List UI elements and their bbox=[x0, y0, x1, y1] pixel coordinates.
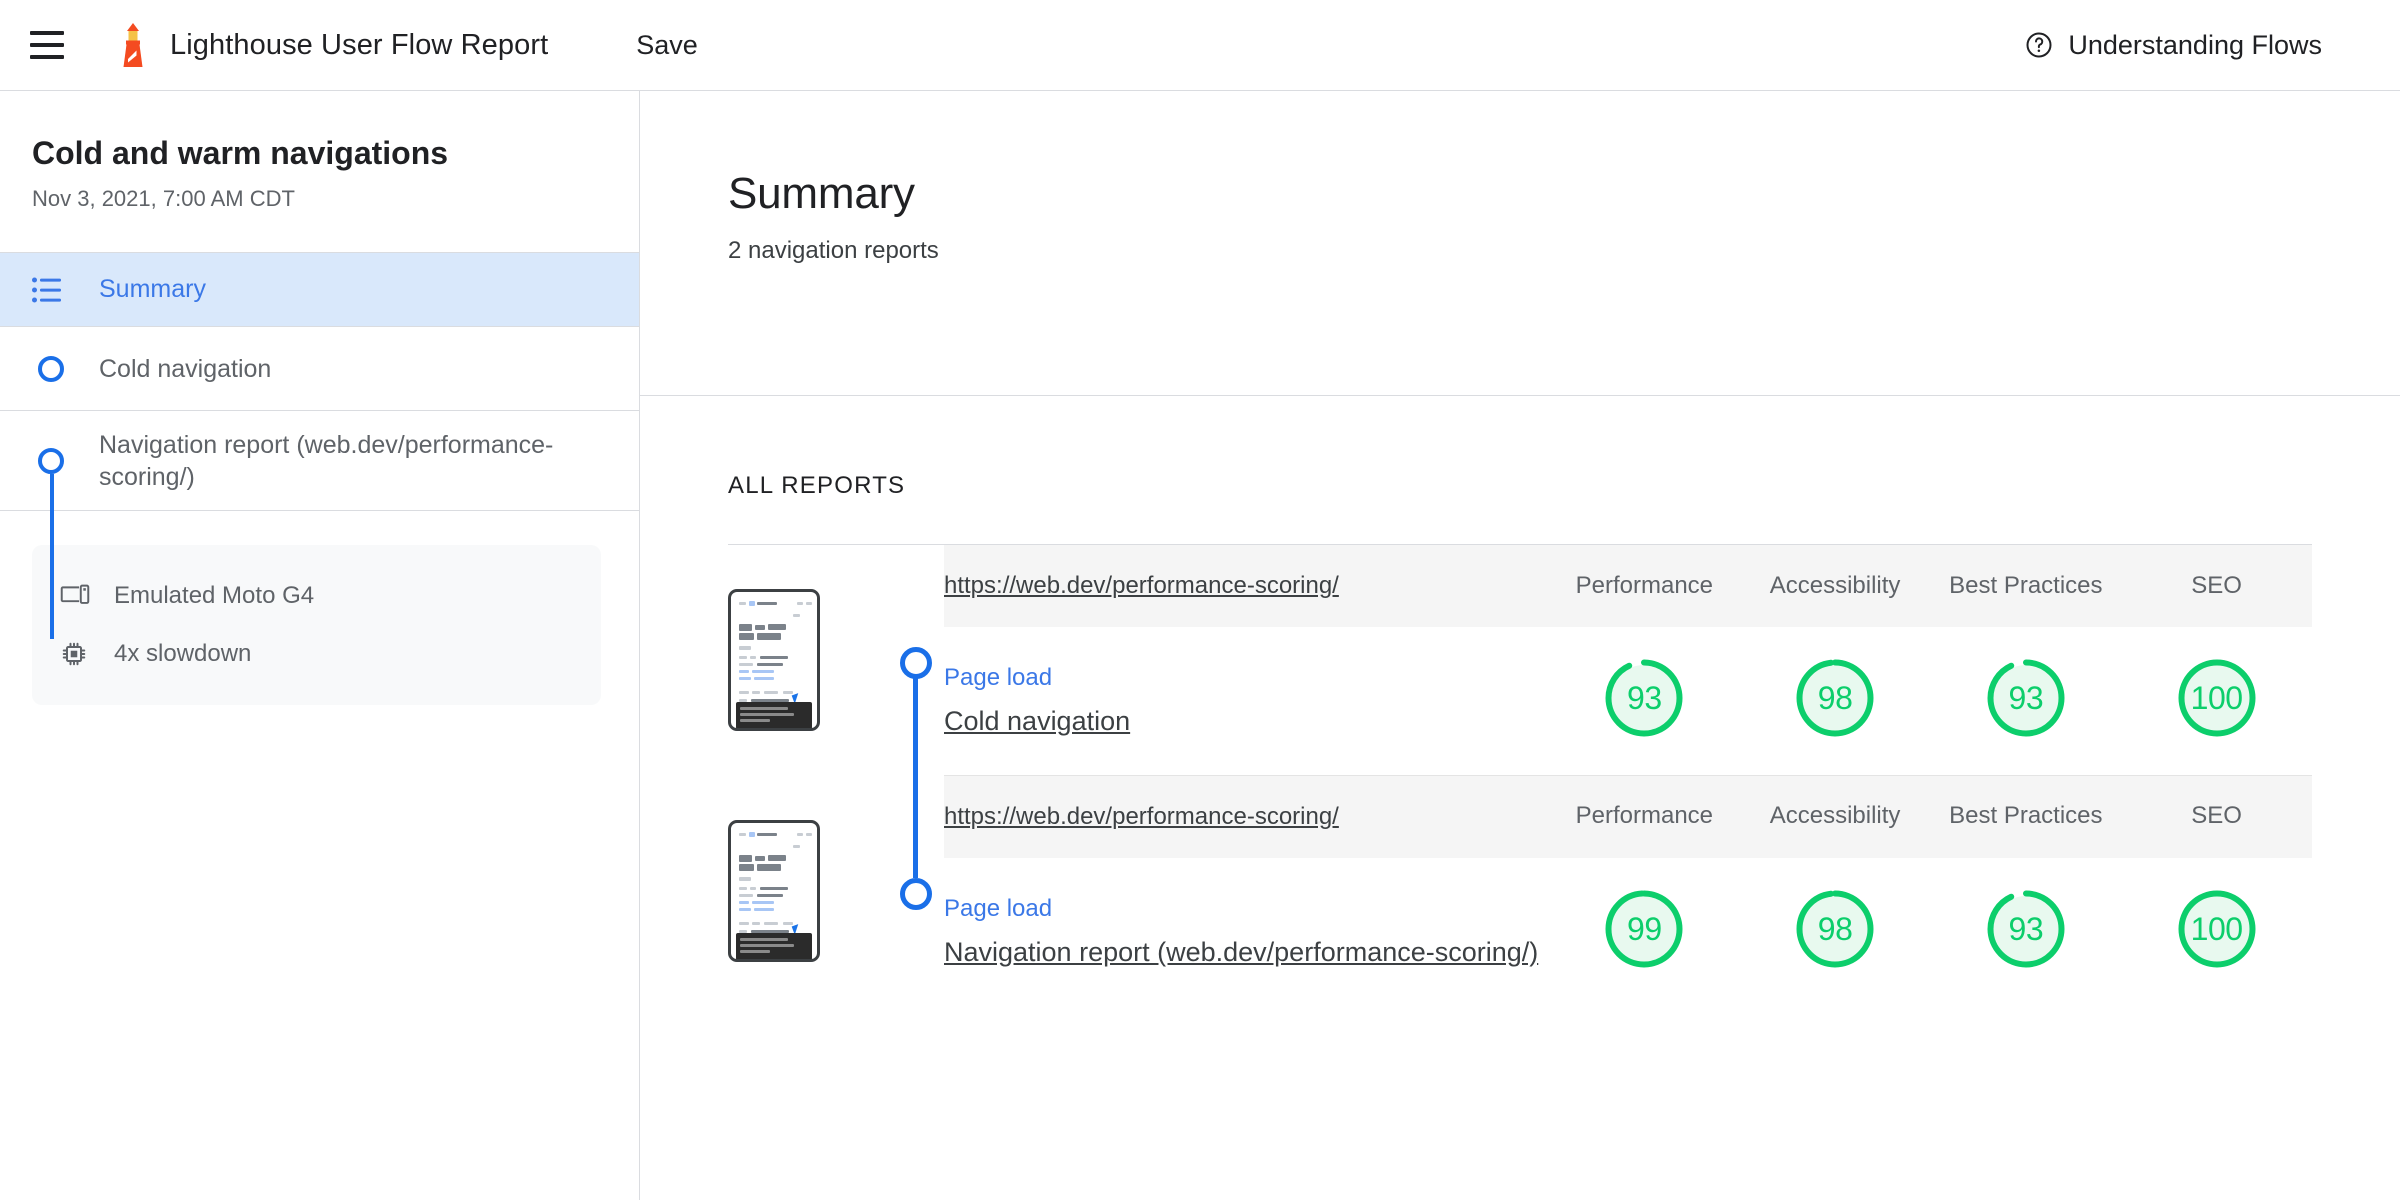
sidebar-step-label: Navigation report (web.dev/performance-s… bbox=[99, 430, 554, 491]
score-gauge[interactable]: 98 bbox=[1792, 886, 1878, 972]
report-step-type[interactable]: Page load bbox=[944, 664, 1549, 692]
sidebar-item-summary[interactable]: Summary bbox=[0, 253, 639, 327]
score-value: 93 bbox=[1627, 679, 1662, 716]
understanding-flows-label: Understanding Flows bbox=[2068, 29, 2322, 60]
column-header-accessibility: Accessibility bbox=[1769, 571, 1901, 599]
page-layout: Cold and warm navigations Nov 3, 2021, 7… bbox=[0, 91, 2400, 1200]
score-gauge[interactable]: 98 bbox=[1792, 655, 1878, 741]
sidebar-step-navigation-report[interactable]: Navigation report (web.dev/performance-s… bbox=[0, 411, 639, 511]
sidebar: Cold and warm navigations Nov 3, 2021, 7… bbox=[0, 91, 640, 1200]
timeline-node-icon[interactable] bbox=[900, 647, 932, 679]
page-title: Lighthouse User Flow Report bbox=[170, 28, 549, 61]
sidebar-timeline-rail bbox=[50, 474, 54, 639]
all-reports-section-label: ALL REPORTS bbox=[728, 472, 906, 499]
report-name-cell: Page load Cold navigation bbox=[944, 627, 1549, 776]
report-table-column: https://web.dev/performance-scoring/ Per… bbox=[944, 545, 2312, 776]
reports-area: https://web.dev/performance-scoring/ Per… bbox=[640, 545, 2400, 1006]
hamburger-menu-icon[interactable] bbox=[24, 22, 70, 68]
report-url-row: https://web.dev/performance-scoring/ Per… bbox=[944, 545, 2312, 627]
understanding-flows-link[interactable]: Understanding Flows bbox=[2024, 30, 2322, 61]
column-header-best-practices: Best Practices bbox=[1949, 571, 2103, 599]
score-cell-seo[interactable]: 100 bbox=[2121, 858, 2312, 1006]
flow-title: Cold and warm navigations bbox=[32, 135, 449, 171]
score-value: 93 bbox=[2008, 910, 2044, 947]
column-header-seo: SEO bbox=[2191, 802, 2242, 830]
cpu-throttle-label: 4x slowdown bbox=[114, 640, 252, 667]
score-cell-best-practices[interactable]: 93 bbox=[1930, 627, 2122, 776]
report-thumbnail-column bbox=[728, 545, 886, 776]
list-icon bbox=[32, 277, 70, 303]
report-thumbnail-column bbox=[728, 776, 886, 1006]
report-score-row: Page load Navigation report (web.dev/per… bbox=[944, 858, 2312, 1006]
score-value: 99 bbox=[1627, 910, 1662, 947]
column-header-performance: Performance bbox=[1575, 802, 1714, 830]
report-timeline-column bbox=[886, 709, 944, 1006]
cpu-chip-icon bbox=[60, 640, 96, 668]
score-gauge[interactable]: 100 bbox=[2174, 886, 2260, 972]
report-table: https://web.dev/performance-scoring/ Per… bbox=[944, 545, 2312, 776]
device-mobile-icon bbox=[60, 583, 96, 609]
score-cell-seo[interactable]: 100 bbox=[2121, 627, 2312, 776]
timeline-node-icon[interactable] bbox=[900, 877, 932, 910]
summary-header: Summary 2 navigation reports bbox=[640, 91, 2400, 396]
lighthouse-logo-icon bbox=[118, 22, 148, 68]
summary-title: Summary bbox=[728, 169, 915, 218]
device-emulation-row: Emulated Moto G4 bbox=[60, 573, 601, 619]
score-gauge[interactable]: 93 bbox=[1983, 655, 2069, 741]
report-block: https://web.dev/performance-scoring/ Per… bbox=[728, 545, 2312, 833]
score-value: 93 bbox=[2008, 679, 2044, 716]
sidebar-step-label: Cold navigation bbox=[99, 354, 272, 383]
score-cell-performance[interactable]: 93 bbox=[1548, 627, 1740, 776]
save-button[interactable]: Save bbox=[626, 24, 708, 67]
report-name-link[interactable]: Cold navigation bbox=[944, 706, 1549, 737]
report-table: https://web.dev/performance-scoring/ Per… bbox=[944, 775, 2312, 1006]
sidebar-item-summary-label: Summary bbox=[99, 275, 206, 303]
score-gauge[interactable]: 93 bbox=[1601, 655, 1687, 741]
score-gauge[interactable]: 100 bbox=[2174, 655, 2260, 741]
column-header-accessibility: Accessibility bbox=[1769, 802, 1901, 830]
report-url-cell: https://web.dev/performance-scoring/ bbox=[944, 545, 1549, 627]
sidebar-step-cold-navigation[interactable]: Cold navigation bbox=[0, 327, 639, 411]
report-table-column: https://web.dev/performance-scoring/ Per… bbox=[944, 775, 2312, 1006]
score-cell-accessibility[interactable]: 98 bbox=[1739, 627, 1931, 776]
score-value: 100 bbox=[2190, 910, 2243, 947]
score-gauge[interactable]: 99 bbox=[1601, 886, 1687, 972]
page-screenshot-thumbnail[interactable] bbox=[728, 819, 820, 962]
score-cell-best-practices[interactable]: 93 bbox=[1930, 858, 2121, 1006]
step-marker-icon bbox=[32, 355, 70, 382]
report-url-row: https://web.dev/performance-scoring/ Per… bbox=[944, 775, 2312, 858]
column-header-performance: Performance bbox=[1575, 571, 1714, 599]
page-screenshot-thumbnail[interactable] bbox=[728, 589, 820, 732]
column-header-best-practices: Best Practices bbox=[1949, 802, 2103, 830]
flow-timestamp: Nov 3, 2021, 7:00 AM CDT bbox=[32, 186, 295, 211]
report-block: https://web.dev/performance-scoring/ Per… bbox=[728, 709, 2312, 1006]
report-url-link[interactable]: https://web.dev/performance-scoring/ bbox=[944, 803, 1339, 830]
device-settings-box: Emulated Moto G4 4x slowdown bbox=[32, 545, 601, 705]
device-emulation-label: Emulated Moto G4 bbox=[114, 582, 315, 609]
report-url-cell: https://web.dev/performance-scoring/ bbox=[944, 776, 1549, 858]
help-circle-icon bbox=[2024, 30, 2054, 60]
timeline-rail bbox=[913, 709, 918, 878]
column-header-seo: SEO bbox=[2191, 571, 2242, 599]
report-name-link[interactable]: Navigation report (web.dev/performance-s… bbox=[944, 937, 1549, 968]
score-value: 98 bbox=[1817, 679, 1853, 716]
report-url-link[interactable]: https://web.dev/performance-scoring/ bbox=[944, 572, 1339, 599]
report-name-cell: Page load Navigation report (web.dev/per… bbox=[944, 858, 1549, 1006]
report-step-type[interactable]: Page load bbox=[944, 895, 1549, 923]
score-cell-accessibility[interactable]: 98 bbox=[1740, 858, 1931, 1006]
main-content: Summary 2 navigation reports ALL REPORTS bbox=[640, 91, 2400, 1200]
score-value: 98 bbox=[1817, 910, 1853, 947]
top-app-bar: Lighthouse User Flow Report Save Underst… bbox=[0, 0, 2400, 91]
flow-header: Cold and warm navigations Nov 3, 2021, 7… bbox=[0, 91, 639, 253]
score-gauge[interactable]: 93 bbox=[1983, 886, 2069, 972]
report-score-row: Page load Cold navigation 93 98 93 100 bbox=[944, 627, 2312, 776]
cpu-throttle-row: 4x slowdown bbox=[60, 631, 601, 677]
summary-subtitle: 2 navigation reports bbox=[728, 237, 939, 264]
score-cell-performance[interactable]: 99 bbox=[1549, 858, 1740, 1006]
step-marker-icon bbox=[32, 447, 70, 474]
score-value: 100 bbox=[2190, 679, 2243, 716]
